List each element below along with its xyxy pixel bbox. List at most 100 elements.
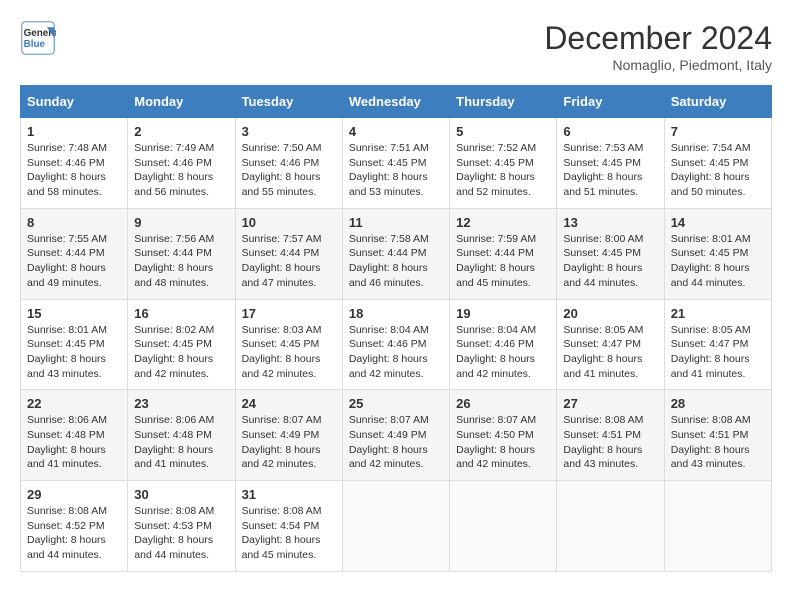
calendar-table: SundayMondayTuesdayWednesdayThursdayFrid… bbox=[20, 85, 772, 572]
day-info: Sunrise: 8:07 AMSunset: 4:49 PMDaylight:… bbox=[349, 413, 443, 472]
day-info: Sunrise: 7:56 AMSunset: 4:44 PMDaylight:… bbox=[134, 232, 228, 291]
day-info: Sunrise: 8:00 AMSunset: 4:45 PMDaylight:… bbox=[563, 232, 657, 291]
calendar-cell: 12Sunrise: 7:59 AMSunset: 4:44 PMDayligh… bbox=[450, 208, 557, 299]
calendar-cell: 22 Sunrise: 8:06 AMSunset: 4:48 PMDayligh… bbox=[21, 390, 128, 481]
calendar-cell: 20Sunrise: 8:05 AMSunset: 4:47 PMDayligh… bbox=[557, 299, 664, 390]
day-number: 10 bbox=[242, 215, 336, 230]
calendar-cell: 31 Sunrise: 8:08 AMSunset: 4:54 PMDayligh… bbox=[235, 481, 342, 572]
weekday-header-saturday: Saturday bbox=[664, 86, 771, 118]
day-number: 8 bbox=[27, 215, 121, 230]
calendar-cell: 7Sunrise: 7:54 AMSunset: 4:45 PMDaylight… bbox=[664, 118, 771, 209]
day-number: 20 bbox=[563, 306, 657, 321]
day-info: Sunrise: 7:55 AMSunset: 4:44 PMDaylight:… bbox=[27, 232, 121, 291]
day-info: Sunrise: 8:08 AMSunset: 4:54 PMDaylight:… bbox=[242, 504, 336, 563]
day-info: Sunrise: 7:58 AMSunset: 4:44 PMDaylight:… bbox=[349, 232, 443, 291]
day-info: Sunrise: 8:06 AMSunset: 4:48 PMDaylight:… bbox=[134, 413, 228, 472]
weekday-header-wednesday: Wednesday bbox=[342, 86, 449, 118]
day-number: 21 bbox=[671, 306, 765, 321]
weekday-header-tuesday: Tuesday bbox=[235, 86, 342, 118]
day-info: Sunrise: 7:52 AMSunset: 4:45 PMDaylight:… bbox=[456, 141, 550, 200]
calendar-cell: 10 Sunrise: 7:57 AMSunset: 4:44 PMDayligh… bbox=[235, 208, 342, 299]
weekday-header-thursday: Thursday bbox=[450, 86, 557, 118]
day-info: Sunrise: 7:57 AMSunset: 4:44 PMDaylight:… bbox=[242, 232, 336, 291]
calendar-cell: 8 Sunrise: 7:55 AMSunset: 4:44 PMDaylight… bbox=[21, 208, 128, 299]
calendar-cell bbox=[450, 481, 557, 572]
calendar-cell: 2 Sunrise: 7:49 AMSunset: 4:46 PMDaylight… bbox=[128, 118, 235, 209]
day-info: Sunrise: 8:04 AMSunset: 4:46 PMDaylight:… bbox=[349, 323, 443, 382]
day-info: Sunrise: 8:03 AMSunset: 4:45 PMDaylight:… bbox=[242, 323, 336, 382]
day-number: 27 bbox=[563, 396, 657, 411]
day-info: Sunrise: 8:04 AMSunset: 4:46 PMDaylight:… bbox=[456, 323, 550, 382]
day-info: Sunrise: 8:05 AMSunset: 4:47 PMDaylight:… bbox=[671, 323, 765, 382]
svg-text:Blue: Blue bbox=[24, 39, 46, 50]
weekday-header-monday: Monday bbox=[128, 86, 235, 118]
day-info: Sunrise: 7:50 AMSunset: 4:46 PMDaylight:… bbox=[242, 141, 336, 200]
day-info: Sunrise: 7:54 AMSunset: 4:45 PMDaylight:… bbox=[671, 141, 765, 200]
day-info: Sunrise: 8:07 AMSunset: 4:50 PMDaylight:… bbox=[456, 413, 550, 472]
calendar-cell: 19 Sunrise: 8:04 AMSunset: 4:46 PMDayligh… bbox=[450, 299, 557, 390]
day-number: 18 bbox=[349, 306, 443, 321]
calendar-cell: 5 Sunrise: 7:52 AMSunset: 4:45 PMDaylight… bbox=[450, 118, 557, 209]
day-number: 14 bbox=[671, 215, 765, 230]
day-number: 5 bbox=[456, 124, 550, 139]
day-number: 11 bbox=[349, 215, 443, 230]
calendar-week-1: 1 Sunrise: 7:48 AMSunset: 4:46 PMDaylight… bbox=[21, 118, 772, 209]
calendar-cell: 15Sunrise: 8:01 AMSunset: 4:45 PMDayligh… bbox=[21, 299, 128, 390]
day-info: Sunrise: 7:51 AMSunset: 4:45 PMDaylight:… bbox=[349, 141, 443, 200]
calendar-header-row: SundayMondayTuesdayWednesdayThursdayFrid… bbox=[21, 86, 772, 118]
title-section: December 2024 Nomaglio, Piedmont, Italy bbox=[544, 20, 772, 73]
location-subtitle: Nomaglio, Piedmont, Italy bbox=[544, 57, 772, 73]
day-info: Sunrise: 8:08 AMSunset: 4:52 PMDaylight:… bbox=[27, 504, 121, 563]
day-info: Sunrise: 8:06 AMSunset: 4:48 PMDaylight:… bbox=[27, 413, 121, 472]
day-number: 12 bbox=[456, 215, 550, 230]
day-number: 22 bbox=[27, 396, 121, 411]
day-number: 24 bbox=[242, 396, 336, 411]
day-number: 4 bbox=[349, 124, 443, 139]
day-number: 6 bbox=[563, 124, 657, 139]
calendar-cell bbox=[664, 481, 771, 572]
day-info: Sunrise: 7:49 AMSunset: 4:46 PMDaylight:… bbox=[134, 141, 228, 200]
weekday-header-sunday: Sunday bbox=[21, 86, 128, 118]
calendar-cell: 3 Sunrise: 7:50 AMSunset: 4:46 PMDaylight… bbox=[235, 118, 342, 209]
calendar-cell: 30 Sunrise: 8:08 AMSunset: 4:53 PMDayligh… bbox=[128, 481, 235, 572]
calendar-cell: 27 Sunrise: 8:08 AMSunset: 4:51 PMDayligh… bbox=[557, 390, 664, 481]
calendar-cell: 13 Sunrise: 8:00 AMSunset: 4:45 PMDayligh… bbox=[557, 208, 664, 299]
day-number: 25 bbox=[349, 396, 443, 411]
calendar-cell: 16 Sunrise: 8:02 AMSunset: 4:45 PMDayligh… bbox=[128, 299, 235, 390]
calendar-cell: 23Sunrise: 8:06 AMSunset: 4:48 PMDayligh… bbox=[128, 390, 235, 481]
calendar-cell: 26 Sunrise: 8:07 AMSunset: 4:50 PMDayligh… bbox=[450, 390, 557, 481]
logo-icon: General Blue bbox=[20, 20, 56, 56]
day-info: Sunrise: 7:53 AMSunset: 4:45 PMDaylight:… bbox=[563, 141, 657, 200]
calendar-cell: 28 Sunrise: 8:08 AMSunset: 4:51 PMDayligh… bbox=[664, 390, 771, 481]
calendar-cell: 21 Sunrise: 8:05 AMSunset: 4:47 PMDayligh… bbox=[664, 299, 771, 390]
day-info: Sunrise: 8:02 AMSunset: 4:45 PMDaylight:… bbox=[134, 323, 228, 382]
day-number: 15 bbox=[27, 306, 121, 321]
day-number: 28 bbox=[671, 396, 765, 411]
day-number: 30 bbox=[134, 487, 228, 502]
day-info: Sunrise: 7:48 AMSunset: 4:46 PMDaylight:… bbox=[27, 141, 121, 200]
calendar-cell: 29Sunrise: 8:08 AMSunset: 4:52 PMDayligh… bbox=[21, 481, 128, 572]
weekday-header-friday: Friday bbox=[557, 86, 664, 118]
calendar-cell: 4 Sunrise: 7:51 AMSunset: 4:45 PMDaylight… bbox=[342, 118, 449, 209]
day-number: 3 bbox=[242, 124, 336, 139]
day-info: Sunrise: 8:07 AMSunset: 4:49 PMDaylight:… bbox=[242, 413, 336, 472]
calendar-week-3: 15Sunrise: 8:01 AMSunset: 4:45 PMDayligh… bbox=[21, 299, 772, 390]
calendar-week-5: 29Sunrise: 8:08 AMSunset: 4:52 PMDayligh… bbox=[21, 481, 772, 572]
day-info: Sunrise: 8:08 AMSunset: 4:53 PMDaylight:… bbox=[134, 504, 228, 563]
calendar-cell: 25 Sunrise: 8:07 AMSunset: 4:49 PMDayligh… bbox=[342, 390, 449, 481]
day-number: 19 bbox=[456, 306, 550, 321]
calendar-week-2: 8 Sunrise: 7:55 AMSunset: 4:44 PMDaylight… bbox=[21, 208, 772, 299]
day-info: Sunrise: 8:08 AMSunset: 4:51 PMDaylight:… bbox=[563, 413, 657, 472]
day-number: 31 bbox=[242, 487, 336, 502]
day-info: Sunrise: 8:08 AMSunset: 4:51 PMDaylight:… bbox=[671, 413, 765, 472]
calendar-cell: 1 Sunrise: 7:48 AMSunset: 4:46 PMDaylight… bbox=[21, 118, 128, 209]
calendar-cell: 24 Sunrise: 8:07 AMSunset: 4:49 PMDayligh… bbox=[235, 390, 342, 481]
calendar-cell: 14 Sunrise: 8:01 AMSunset: 4:45 PMDayligh… bbox=[664, 208, 771, 299]
day-number: 26 bbox=[456, 396, 550, 411]
day-number: 1 bbox=[27, 124, 121, 139]
calendar-cell: 18 Sunrise: 8:04 AMSunset: 4:46 PMDayligh… bbox=[342, 299, 449, 390]
day-number: 16 bbox=[134, 306, 228, 321]
day-number: 2 bbox=[134, 124, 228, 139]
day-number: 13 bbox=[563, 215, 657, 230]
day-info: Sunrise: 8:01 AMSunset: 4:45 PMDaylight:… bbox=[671, 232, 765, 291]
